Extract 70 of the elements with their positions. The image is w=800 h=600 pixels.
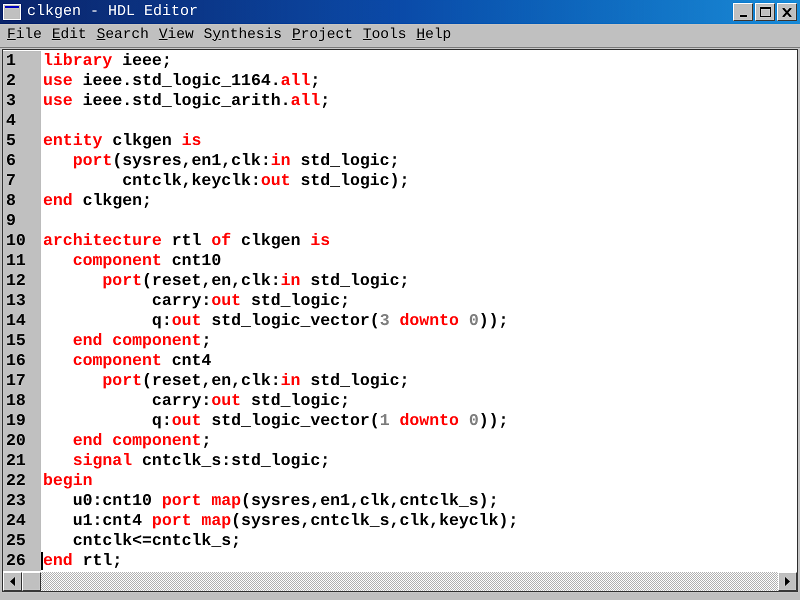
code-line: component cnt10 [72,251,222,271]
code-line: end clkgen; [43,191,152,211]
code-line: component cnt4 [72,351,212,371]
line-number: 15 [6,331,26,351]
line-number: 25 [6,531,26,551]
menu-item[interactable]: Synthesis [198,24,287,46]
scroll-left-button[interactable] [3,572,22,591]
line-number: 9 [6,211,16,231]
minimize-button[interactable] [733,3,753,21]
code-line: carry:out std_logic; [150,291,350,311]
left-arrow-icon [10,577,15,586]
code-line: u1:cnt4 port map(sysres,cntclk_s,clk,keyclk); [72,511,518,531]
line-number: 8 [6,191,16,211]
line-number: 21 [6,451,26,471]
line-number: 26 [6,551,26,571]
line-number: 17 [6,371,26,391]
close-icon [782,8,792,16]
scroll-right-button[interactable] [778,572,797,591]
code-line: cntclk,keyclk:out std_logic); [121,171,410,191]
line-number: 19 [6,411,26,431]
line-number: 7 [6,171,16,191]
line-number: 1 [6,51,16,71]
line-number: 16 [6,351,26,371]
line-number: 10 [6,231,26,251]
code-line: q:out std_logic_vector(3 downto 0)); [150,311,508,331]
code-line: q:out std_logic_vector(1 downto 0)); [150,411,508,431]
menu-item[interactable]: Help [411,24,456,46]
maximize-button[interactable] [755,3,775,21]
window-title: clkgen - HDL Editor [27,2,198,22]
line-number: 12 [6,271,26,291]
code-line: signal cntclk_s:std_logic; [72,451,330,471]
line-number: 6 [6,151,16,171]
line-number: 2 [6,71,16,91]
line-number: 18 [6,391,26,411]
menu-item[interactable]: Search [92,24,154,46]
code-line: carry:out std_logic; [150,391,350,411]
line-number: 22 [6,471,26,491]
window-icon [3,4,21,20]
line-number: 11 [6,251,26,271]
horizontal-scrollbar[interactable] [3,572,797,591]
line-number: 14 [6,311,26,331]
line-number: 13 [6,291,26,311]
code-line: library ieee; [43,51,172,71]
code-line: architecture rtl of clkgen is [43,231,330,251]
line-number: 3 [6,91,16,111]
code-line: end component; [72,431,212,451]
code-line: cntclk<=cntclk_s; [72,531,242,551]
code-line: u0:cnt10 port map(sysres,en1,clk,cntclk_s); [72,491,498,511]
close-button[interactable] [777,3,797,21]
menu-item[interactable]: View [154,24,199,46]
code-line: port(reset,en,clk:in std_logic; [101,371,410,391]
line-number: 20 [6,431,26,451]
scroll-thumb[interactable] [22,572,41,591]
code-line: end component; [72,331,212,351]
right-arrow-icon [785,577,790,586]
line-number: 23 [6,491,26,511]
menu-item[interactable]: Tools [358,24,412,46]
code-line: entity clkgen is [43,131,202,151]
menu-item[interactable]: Edit [46,24,92,46]
code-line: end rtl; [43,551,122,571]
code-line: port(sysres,en1,clk:in std_logic; [72,151,400,171]
code-line: begin [43,471,93,491]
code-line: port(reset,en,clk:in std_logic; [101,271,410,291]
line-number: 4 [6,111,16,131]
code-line: use ieee.std_logic_1164.all; [43,71,320,91]
line-number: 24 [6,511,26,531]
line-number: 5 [6,131,16,151]
menu-item[interactable]: Project [286,24,358,46]
menu-item[interactable]: File [2,24,47,46]
code-line: use ieee.std_logic_arith.all; [43,91,330,111]
